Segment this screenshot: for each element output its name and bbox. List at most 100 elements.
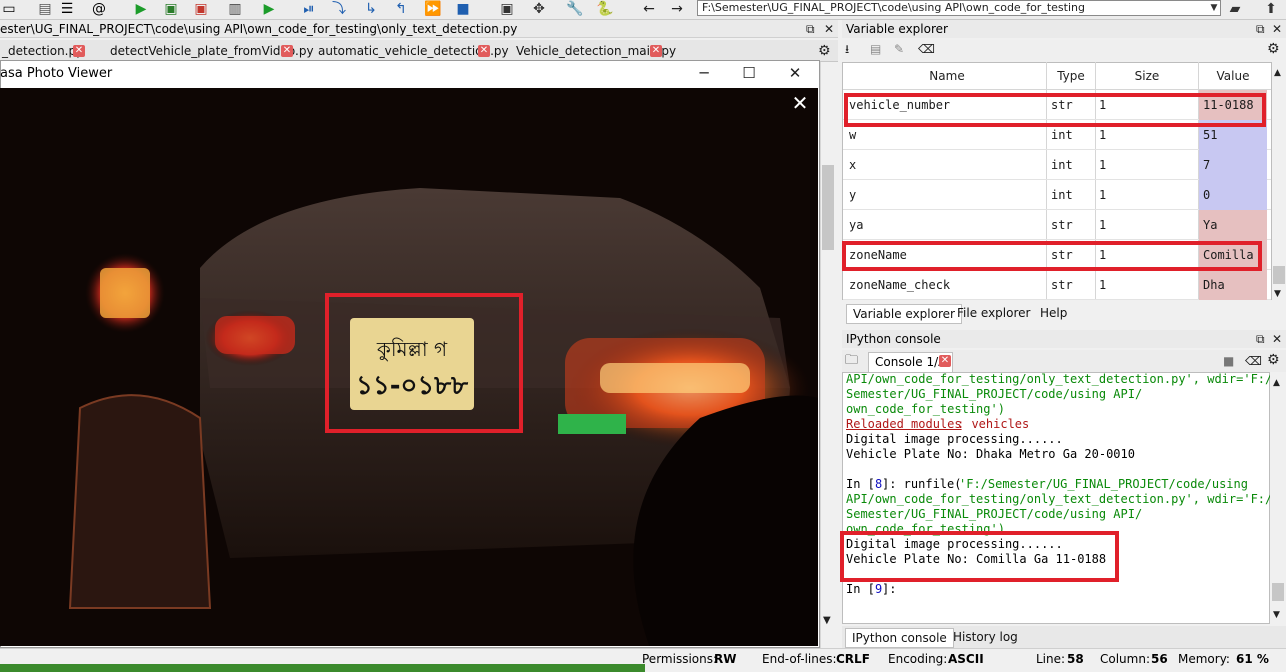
var-value: Comilla (1203, 248, 1254, 262)
scroll-up-icon[interactable]: ▲ (1274, 66, 1281, 80)
line-label: Line: (1036, 652, 1066, 666)
close-tab-icon[interactable]: ✕ (73, 45, 85, 57)
tab-only-text-detection[interactable]: _detection.py (2, 43, 83, 60)
column-header-size[interactable]: Size (1096, 65, 1198, 87)
gear-icon[interactable]: ⚙ (1267, 353, 1280, 367)
stop-kernel-icon[interactable]: ■ (1223, 354, 1234, 368)
console-line: API/own_code_for_testing/only_text_detec… (846, 372, 1273, 386)
new-file-icon[interactable]: ▭ (0, 1, 18, 17)
plate-line-1: কুমিল্লা গ (376, 337, 448, 361)
var-value: Ya (1203, 218, 1218, 232)
editor-file-path: ester\UG_FINAL_PROJECT\code\using API\ow… (0, 22, 518, 36)
var-name: zoneName (849, 248, 907, 262)
undock-icon[interactable]: ⧉ (806, 22, 815, 36)
scroll-down-icon[interactable]: ▼ (823, 614, 831, 628)
editor-scrollbar[interactable] (820, 62, 838, 648)
debug-icon[interactable]: ⏯ (300, 1, 318, 17)
var-type: str (1051, 218, 1073, 232)
var-type: str (1051, 248, 1073, 262)
variable-table-scrollbar[interactable] (1272, 62, 1286, 300)
column-header-type[interactable]: Type (1047, 65, 1095, 87)
run-cell-advance-icon[interactable]: ▣ (192, 1, 210, 17)
variable-table-scroll-thumb[interactable] (1273, 266, 1285, 284)
eraser-icon[interactable]: ⌫ (918, 42, 935, 56)
column-header-name[interactable]: Name (848, 65, 1046, 87)
run-icon[interactable]: ▶ (132, 1, 150, 17)
save-icon[interactable]: ▤ (36, 1, 54, 17)
undock-icon[interactable]: ⧉ (1256, 22, 1265, 36)
console-line: Vehicle Plate No: Dhaka Metro Ga 20-0010 (846, 447, 1135, 461)
save-data-icon[interactable]: ▤ (870, 42, 881, 56)
minimize-icon[interactable]: ─ (692, 63, 716, 83)
run-cell-icon[interactable]: ▣ (162, 1, 180, 17)
column-value: 56 (1151, 652, 1168, 666)
stop-icon[interactable]: ■ (454, 1, 472, 17)
list-icon[interactable]: ☰ (58, 1, 76, 17)
photo-close-icon[interactable]: ✕ (790, 93, 810, 113)
var-value: 0 (1203, 188, 1211, 202)
import-data-icon[interactable]: ⭳ (845, 42, 849, 56)
folder-icon[interactable]: 🗀 (845, 354, 858, 368)
console-line: Digital image processing...... (846, 537, 1063, 551)
editor-scrollbar-thumb[interactable] (822, 165, 834, 250)
back-arrow-icon[interactable]: ← (640, 1, 658, 17)
eraser-icon[interactable]: ⌫ (1245, 354, 1262, 368)
gear-icon[interactable]: ⚙ (1267, 42, 1280, 56)
var-size: 1 (1099, 188, 1107, 202)
variable-explorer-title: Variable explorer (846, 22, 948, 36)
scroll-up-icon[interactable]: ▲ (1273, 376, 1280, 390)
fullscreen-icon[interactable]: ✥ (530, 1, 548, 17)
scroll-down-icon[interactable]: ▼ (1273, 608, 1280, 622)
gear-icon[interactable]: ⚙ (818, 44, 831, 58)
prompt-prefix: In [ (846, 582, 875, 596)
working-directory-combo[interactable]: F:\Semester\UG_FINAL_PROJECT\code\using … (697, 0, 1221, 16)
tab-file-explorer[interactable]: File explorer (957, 304, 1030, 322)
var-type: str (1051, 98, 1073, 112)
var-name: ya (849, 218, 864, 232)
close-tab-icon[interactable]: ✕ (650, 45, 662, 57)
parent-directory-icon[interactable]: ⬆ (1262, 1, 1280, 17)
chevron-down-icon[interactable]: ▼ (1208, 1, 1220, 15)
var-size: 1 (1099, 158, 1107, 172)
close-pane-icon[interactable]: ✕ (1272, 332, 1282, 346)
preferences-icon[interactable]: 🔧 (566, 1, 584, 17)
python-path-icon[interactable]: 🐍 (596, 1, 614, 17)
maximize-icon[interactable]: ☐ (737, 63, 761, 83)
close-window-icon[interactable]: ✕ (783, 63, 807, 83)
close-tab-icon[interactable]: ✕ (281, 45, 293, 57)
var-type: int (1051, 128, 1073, 142)
step-return-icon[interactable]: ↰ (392, 1, 410, 17)
column-header-value[interactable]: Value (1199, 65, 1267, 87)
reloaded-modules-label: Reloaded modules (846, 417, 962, 431)
vehicle-photo-drawing: কুমিল্লা গ ১১-০১৮৮ (0, 88, 818, 646)
var-type: int (1051, 158, 1073, 172)
console-line: Vehicle Plate No: Comilla Ga 11-0188 (846, 552, 1107, 566)
var-value: 11-0188 (1203, 98, 1254, 112)
step-into-icon[interactable]: ↳ (362, 1, 380, 17)
console-scroll-thumb[interactable] (1272, 583, 1284, 601)
close-pane-icon[interactable]: ✕ (1272, 22, 1282, 36)
tab-help[interactable]: Help (1040, 304, 1067, 322)
debug-run-icon[interactable]: ▶ (260, 1, 278, 17)
line-value: 58 (1067, 652, 1084, 666)
var-size: 1 (1099, 248, 1107, 262)
save-as-icon[interactable]: ✎ (894, 42, 904, 56)
step-icon[interactable]: ⤵ (330, 1, 348, 17)
tab-ipython-console[interactable]: IPython console (845, 628, 954, 648)
console-line: API/own_code_for_testing/only_text_detec… (846, 492, 1273, 506)
close-tab-icon[interactable]: ✕ (478, 45, 490, 57)
run-selection-icon[interactable]: ▥ (226, 1, 244, 17)
tab-variable-explorer[interactable]: Variable explorer (846, 304, 962, 324)
forward-arrow-icon[interactable]: → (668, 1, 686, 17)
permissions-label: Permissions: (642, 652, 718, 666)
var-name: x (849, 158, 857, 172)
scroll-down-icon[interactable]: ▼ (1274, 287, 1281, 301)
close-pane-icon[interactable]: ✕ (824, 22, 834, 36)
maximize-pane-icon[interactable]: ▣ (498, 1, 516, 17)
tab-history-log[interactable]: History log (953, 628, 1018, 646)
undock-icon[interactable]: ⧉ (1256, 332, 1265, 346)
close-tab-icon[interactable]: ✕ (939, 355, 951, 367)
at-icon[interactable]: @ (90, 1, 108, 17)
continue-icon[interactable]: ⏩ (424, 1, 442, 17)
browse-folder-icon[interactable]: ▰ (1226, 1, 1244, 17)
